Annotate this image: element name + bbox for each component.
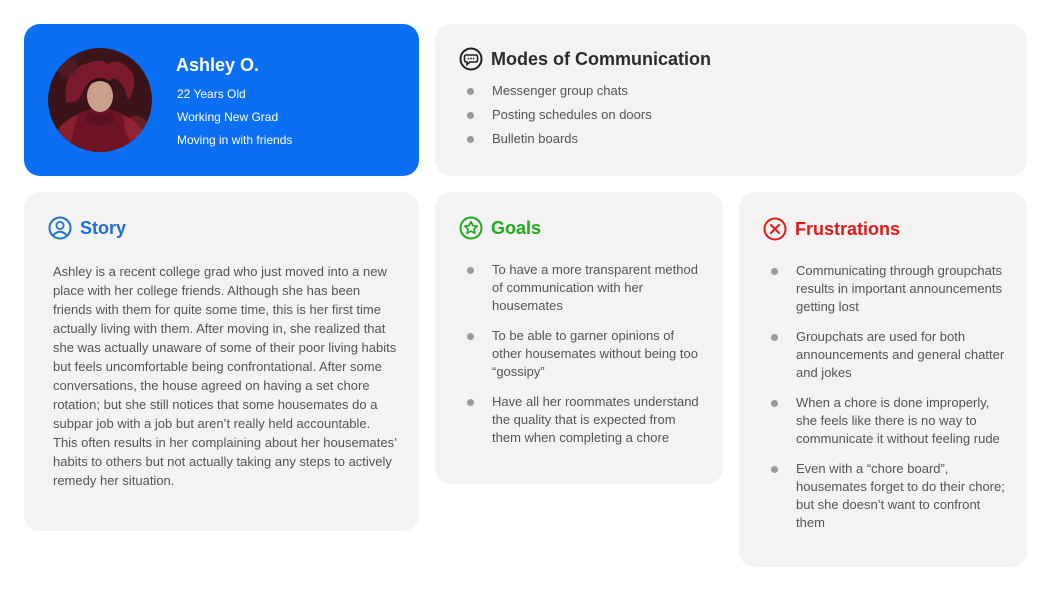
goals-header: Goals [459,216,541,240]
profile-living: Moving in with friends [177,133,293,147]
list-item: Messenger group chats [467,82,987,100]
list-item: Groupchats are used for both announcemen… [771,328,1011,382]
story-header: Story [48,216,126,240]
list-item: Even with a “chore board”, housemates fo… [771,460,1011,532]
star-circle-icon [459,216,483,240]
list-item: To be able to garner opinions of other h… [467,327,707,381]
goals-card: Goals To have a more transparent method … [435,192,723,484]
profile-age: 22 Years Old [177,87,246,101]
frustrations-header: Frustrations [763,217,900,241]
profile-occupation: Working New Grad [177,110,279,124]
list-item: Communicating through groupchats results… [771,262,1011,316]
list-item: Posting schedules on doors [467,106,987,124]
x-circle-icon [763,217,787,241]
list-item: Bulletin boards [467,130,987,148]
modes-card: Modes of Communication Messenger group c… [435,24,1027,176]
story-card: Story Ashley is a recent college grad wh… [24,192,419,531]
profile-name: Ashley O. [176,55,260,75]
avatar [48,48,152,152]
list-item: To have a more transparent method of com… [467,261,707,315]
story-text: Ashley is a recent college grad who just… [53,264,397,488]
goals-title: Goals [491,217,542,238]
goals-list: To have a more transparent method of com… [467,261,707,447]
profile-card: Ashley O. 22 Years Old Working New Grad … [24,24,419,176]
list-item: Have all her roommates understand the qu… [467,393,707,447]
frustrations-list: Communicating through groupchats results… [771,262,1011,532]
modes-header: Modes of Communication [459,47,711,71]
frustrations-card: Frustrations Communicating through group… [739,192,1027,567]
user-circle-icon [48,216,72,240]
modes-title: Modes of Communication [491,48,711,69]
chat-bubble-icon [459,47,483,71]
modes-list: Messenger group chats Posting schedules … [467,82,987,148]
list-item: When a chore is done improperly, she fee… [771,394,1011,448]
frustrations-title: Frustrations [795,218,901,239]
story-title: Story [80,217,127,238]
